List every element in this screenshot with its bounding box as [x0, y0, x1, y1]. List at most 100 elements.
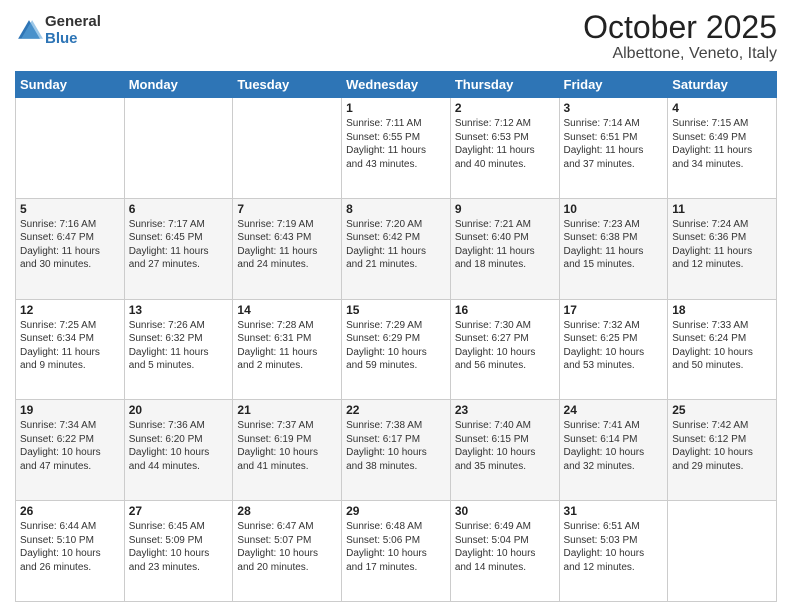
day-info: Sunrise: 7:41 AM Sunset: 6:14 PM Dayligh… — [564, 419, 664, 473]
subtitle: Albettone, Veneto, Italy — [583, 45, 777, 63]
day-info: Sunrise: 6:44 AM Sunset: 5:10 PM Dayligh… — [20, 520, 120, 574]
calendar-cell-1-5: 2 Sunrise: 7:12 AM Sunset: 6:53 PM Daylig… — [450, 98, 559, 199]
day-info: Sunrise: 7:14 AM Sunset: 6:51 PM Dayligh… — [564, 117, 664, 171]
day-number: 11 — [672, 202, 772, 216]
header-sunday: Sunday — [16, 72, 125, 98]
calendar-cell-4-2: 20 Sunrise: 7:36 AM Sunset: 6:20 PM Dayli… — [124, 400, 233, 501]
day-info: Sunrise: 7:34 AM Sunset: 6:22 PM Dayligh… — [20, 419, 120, 473]
day-info: Sunrise: 7:38 AM Sunset: 6:17 PM Dayligh… — [346, 419, 446, 473]
day-info: Sunrise: 6:48 AM Sunset: 5:06 PM Dayligh… — [346, 520, 446, 574]
logo: General Blue — [15, 14, 101, 47]
main-title: October 2025 — [583, 10, 777, 45]
day-info: Sunrise: 7:40 AM Sunset: 6:15 PM Dayligh… — [455, 419, 555, 473]
day-number: 14 — [237, 303, 337, 317]
day-number: 13 — [129, 303, 229, 317]
day-info: Sunrise: 7:33 AM Sunset: 6:24 PM Dayligh… — [672, 319, 772, 373]
day-number: 24 — [564, 403, 664, 417]
calendar-cell-3-3: 14 Sunrise: 7:28 AM Sunset: 6:31 PM Dayli… — [233, 299, 342, 400]
day-number: 8 — [346, 202, 446, 216]
calendar-cell-4-3: 21 Sunrise: 7:37 AM Sunset: 6:19 PM Dayli… — [233, 400, 342, 501]
day-number: 2 — [455, 101, 555, 115]
day-number: 18 — [672, 303, 772, 317]
calendar-cell-1-4: 1 Sunrise: 7:11 AM Sunset: 6:55 PM Daylig… — [342, 98, 451, 199]
logo-text: General Blue — [45, 14, 101, 47]
day-number: 19 — [20, 403, 120, 417]
day-number: 21 — [237, 403, 337, 417]
day-number: 4 — [672, 101, 772, 115]
calendar-cell-3-6: 17 Sunrise: 7:32 AM Sunset: 6:25 PM Dayli… — [559, 299, 668, 400]
calendar-week-1: 1 Sunrise: 7:11 AM Sunset: 6:55 PM Daylig… — [16, 98, 777, 199]
page: General Blue October 2025 Albettone, Ven… — [0, 0, 792, 612]
calendar-cell-4-7: 25 Sunrise: 7:42 AM Sunset: 6:12 PM Dayli… — [668, 400, 777, 501]
calendar-cell-4-5: 23 Sunrise: 7:40 AM Sunset: 6:15 PM Dayli… — [450, 400, 559, 501]
logo-icon — [15, 17, 43, 45]
calendar-cell-2-6: 10 Sunrise: 7:23 AM Sunset: 6:38 PM Dayli… — [559, 198, 668, 299]
header-tuesday: Tuesday — [233, 72, 342, 98]
day-number: 5 — [20, 202, 120, 216]
day-number: 12 — [20, 303, 120, 317]
header-monday: Monday — [124, 72, 233, 98]
calendar-cell-3-5: 16 Sunrise: 7:30 AM Sunset: 6:27 PM Dayli… — [450, 299, 559, 400]
day-info: Sunrise: 7:25 AM Sunset: 6:34 PM Dayligh… — [20, 319, 120, 373]
calendar-cell-2-3: 7Sunrise: 7:19 AM Sunset: 6:43 PM Daylig… — [233, 198, 342, 299]
logo-blue: Blue — [45, 30, 78, 47]
day-number: 20 — [129, 403, 229, 417]
calendar-cell-2-5: 9Sunrise: 7:21 AM Sunset: 6:40 PM Daylig… — [450, 198, 559, 299]
day-number: 31 — [564, 504, 664, 518]
calendar-cell-5-1: 26 Sunrise: 6:44 AM Sunset: 5:10 PM Dayli… — [16, 501, 125, 602]
calendar-week-2: 5Sunrise: 7:16 AM Sunset: 6:47 PM Daylig… — [16, 198, 777, 299]
calendar-cell-1-2 — [124, 98, 233, 199]
day-number: 26 — [20, 504, 120, 518]
day-info: Sunrise: 7:32 AM Sunset: 6:25 PM Dayligh… — [564, 319, 664, 373]
calendar-cell-4-6: 24 Sunrise: 7:41 AM Sunset: 6:14 PM Dayli… — [559, 400, 668, 501]
day-info: Sunrise: 7:30 AM Sunset: 6:27 PM Dayligh… — [455, 319, 555, 373]
calendar-cell-5-4: 29 Sunrise: 6:48 AM Sunset: 5:06 PM Dayli… — [342, 501, 451, 602]
day-number: 1 — [346, 101, 446, 115]
day-info: Sunrise: 7:37 AM Sunset: 6:19 PM Dayligh… — [237, 419, 337, 473]
day-number: 29 — [346, 504, 446, 518]
calendar-cell-5-2: 27Sunrise: 6:45 AM Sunset: 5:09 PM Dayli… — [124, 501, 233, 602]
day-info: Sunrise: 7:19 AM Sunset: 6:43 PM Dayligh… — [237, 218, 337, 272]
calendar-cell-5-6: 31 Sunrise: 6:51 AM Sunset: 5:03 PM Dayli… — [559, 501, 668, 602]
day-info: Sunrise: 7:17 AM Sunset: 6:45 PM Dayligh… — [129, 218, 229, 272]
day-number: 15 — [346, 303, 446, 317]
day-info: Sunrise: 6:49 AM Sunset: 5:04 PM Dayligh… — [455, 520, 555, 574]
header: General Blue October 2025 Albettone, Ven… — [15, 10, 777, 63]
calendar-cell-1-1 — [16, 98, 125, 199]
day-info: Sunrise: 7:42 AM Sunset: 6:12 PM Dayligh… — [672, 419, 772, 473]
day-number: 10 — [564, 202, 664, 216]
calendar-cell-1-7: 4 Sunrise: 7:15 AM Sunset: 6:49 PM Daylig… — [668, 98, 777, 199]
day-info: Sunrise: 7:28 AM Sunset: 6:31 PM Dayligh… — [237, 319, 337, 373]
day-number: 22 — [346, 403, 446, 417]
calendar-cell-3-4: 15Sunrise: 7:29 AM Sunset: 6:29 PM Dayli… — [342, 299, 451, 400]
day-info: Sunrise: 7:36 AM Sunset: 6:20 PM Dayligh… — [129, 419, 229, 473]
calendar-cell-5-5: 30Sunrise: 6:49 AM Sunset: 5:04 PM Dayli… — [450, 501, 559, 602]
header-wednesday: Wednesday — [342, 72, 451, 98]
day-info: Sunrise: 7:23 AM Sunset: 6:38 PM Dayligh… — [564, 218, 664, 272]
day-number: 25 — [672, 403, 772, 417]
calendar-cell-3-7: 18 Sunrise: 7:33 AM Sunset: 6:24 PM Dayli… — [668, 299, 777, 400]
calendar-week-3: 12 Sunrise: 7:25 AM Sunset: 6:34 PM Dayli… — [16, 299, 777, 400]
day-info: Sunrise: 7:21 AM Sunset: 6:40 PM Dayligh… — [455, 218, 555, 272]
day-info: Sunrise: 7:11 AM Sunset: 6:55 PM Dayligh… — [346, 117, 446, 171]
day-info: Sunrise: 7:12 AM Sunset: 6:53 PM Dayligh… — [455, 117, 555, 171]
day-info: Sunrise: 6:45 AM Sunset: 5:09 PM Dayligh… — [129, 520, 229, 574]
logo-general: General — [45, 13, 101, 30]
calendar-cell-4-4: 22 Sunrise: 7:38 AM Sunset: 6:17 PM Dayli… — [342, 400, 451, 501]
day-info: Sunrise: 6:51 AM Sunset: 5:03 PM Dayligh… — [564, 520, 664, 574]
day-number: 17 — [564, 303, 664, 317]
day-info: Sunrise: 7:24 AM Sunset: 6:36 PM Dayligh… — [672, 218, 772, 272]
calendar-table: Sunday Monday Tuesday Wednesday Thursday… — [15, 71, 777, 602]
calendar-week-5: 26 Sunrise: 6:44 AM Sunset: 5:10 PM Dayli… — [16, 501, 777, 602]
day-number: 23 — [455, 403, 555, 417]
calendar-cell-5-7 — [668, 501, 777, 602]
day-info: Sunrise: 6:47 AM Sunset: 5:07 PM Dayligh… — [237, 520, 337, 574]
day-number: 16 — [455, 303, 555, 317]
calendar-cell-1-3 — [233, 98, 342, 199]
day-info: Sunrise: 7:15 AM Sunset: 6:49 PM Dayligh… — [672, 117, 772, 171]
calendar-cell-3-2: 13 Sunrise: 7:26 AM Sunset: 6:32 PM Dayli… — [124, 299, 233, 400]
header-saturday: Saturday — [668, 72, 777, 98]
day-number: 3 — [564, 101, 664, 115]
calendar-cell-5-3: 28Sunrise: 6:47 AM Sunset: 5:07 PM Dayli… — [233, 501, 342, 602]
day-info: Sunrise: 7:26 AM Sunset: 6:32 PM Dayligh… — [129, 319, 229, 373]
